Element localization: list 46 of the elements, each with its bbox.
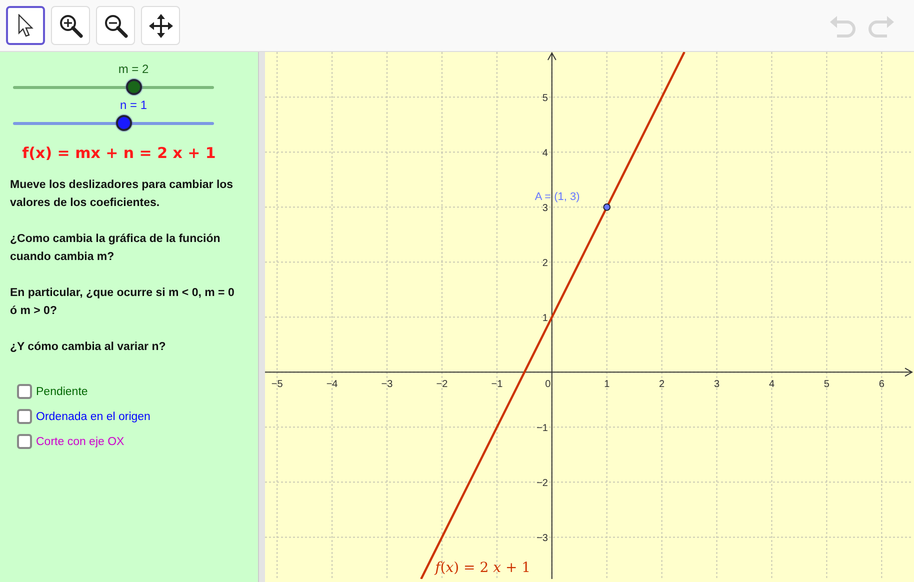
zoom-out-icon (102, 12, 128, 38)
zoom-out-tool-button[interactable] (96, 6, 135, 45)
y-tick-label: 4 (542, 148, 548, 160)
y-tick-label: −1 (536, 423, 548, 434)
zoom-in-icon (58, 12, 84, 38)
x-tick-label: −2 (436, 379, 448, 390)
y-tick-label: −2 (536, 478, 548, 490)
x-tick-label: −4 (326, 379, 338, 390)
move-icon (148, 14, 172, 38)
slider-label: m = 2 (117, 62, 150, 76)
checkbox[interactable] (17, 434, 32, 449)
checkbox-label[interactable]: Pendiente (36, 386, 88, 398)
zoom-in-tool-button[interactable] (51, 6, 90, 45)
move-tool-button[interactable] (141, 6, 180, 45)
function-label: f(x) = 2 x + 1 (435, 560, 531, 576)
instruction-text: Mueve los deslizadores para cambiar los valores de los coeficientes. (10, 178, 234, 211)
pointer-icon (16, 14, 34, 38)
instruction-text: ¿Y cómo cambia al variar n? (10, 340, 167, 355)
point-label: A = (1, 3) (534, 191, 580, 204)
x-tick-label: −5 (271, 379, 283, 390)
x-tick-label: −3 (381, 379, 393, 390)
y-tick-label: 5 (542, 93, 548, 104)
x-tick-label: 0 (545, 379, 551, 390)
checkbox[interactable] (17, 409, 32, 424)
instruction-text: En particular, ¿que ocurre si m < 0, m = 0 ó m > 0? (10, 286, 236, 319)
y-tick-label: −3 (536, 533, 548, 544)
x-tick-label: 5 (824, 379, 830, 390)
x-tick-label: 3 (714, 379, 720, 390)
x-tick-label: 4 (768, 379, 775, 390)
y-tick-label: 2 (542, 258, 548, 270)
slider-thumb[interactable] (126, 79, 142, 95)
slider-label: n = 1 (118, 98, 148, 112)
function-formula: f(x) = mx + n = 2 x + 1 (21, 144, 217, 162)
x-tick-label: 6 (878, 379, 884, 390)
y-tick-label: 1 (542, 313, 548, 324)
x-tick-label: −1 (491, 379, 503, 390)
instruction-text: ¿Como cambia la gráfica de la función cuando cambia m? (10, 232, 222, 265)
point-marker[interactable] (603, 203, 611, 211)
checkbox-label[interactable]: Ordenada en el origen (36, 410, 150, 422)
x-tick-label: 1 (604, 379, 610, 390)
checkbox[interactable] (17, 384, 32, 399)
x-tick-label: 2 (659, 379, 665, 390)
pointer-tool-button[interactable] (6, 6, 45, 45)
slider-thumb[interactable] (116, 115, 132, 131)
checkbox-label[interactable]: Corte con eje OX (36, 436, 124, 448)
y-tick-label: 3 (542, 203, 548, 214)
